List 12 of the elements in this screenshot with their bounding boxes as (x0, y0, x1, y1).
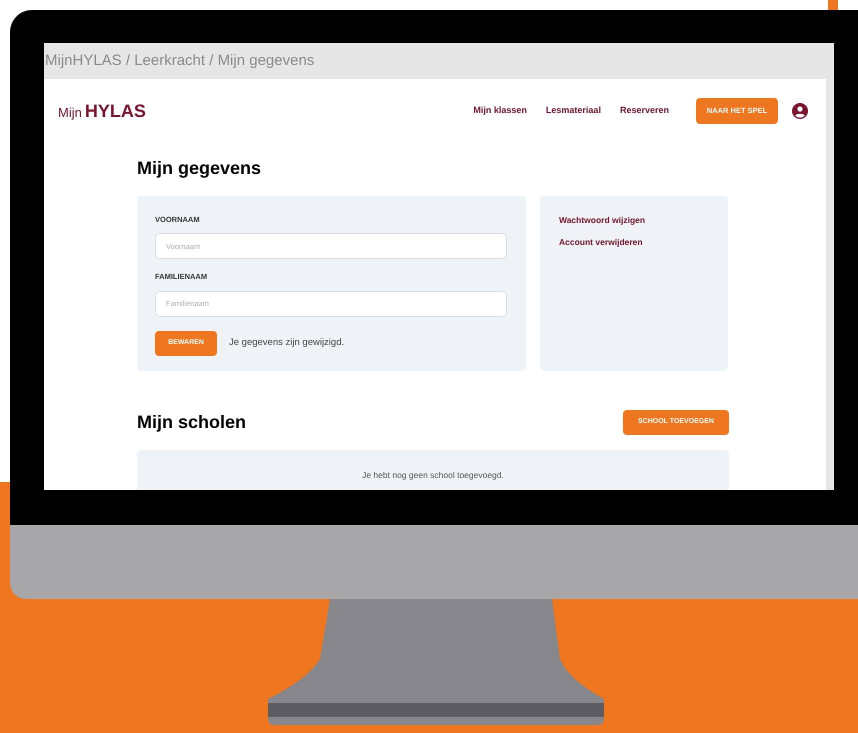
account-link[interactable]: Wachtwoord wijzigen (559, 214, 646, 227)
nav-link[interactable]: Mijn klassen (473, 104, 527, 118)
account-link[interactable]: Account verwijderen (559, 236, 643, 248)
address-bar-path: MijnHYLAS / Leerkracht / Mijn gegevens (45, 50, 314, 71)
section-title: Mijn scholen (137, 411, 246, 434)
user-account-icon[interactable] (792, 103, 808, 119)
status-message: Je gegevens zijn gewijzigd. (229, 336, 344, 350)
page-title: Mijn gegevens (137, 157, 262, 180)
logo[interactable]: Mijn HYLAS (58, 98, 146, 124)
nav-link[interactable]: Lesmateriaal (546, 104, 601, 118)
nav-link[interactable]: Reserveren (620, 104, 669, 118)
empty-message: Je hebt nog geen school toegevoegd. (362, 471, 504, 482)
